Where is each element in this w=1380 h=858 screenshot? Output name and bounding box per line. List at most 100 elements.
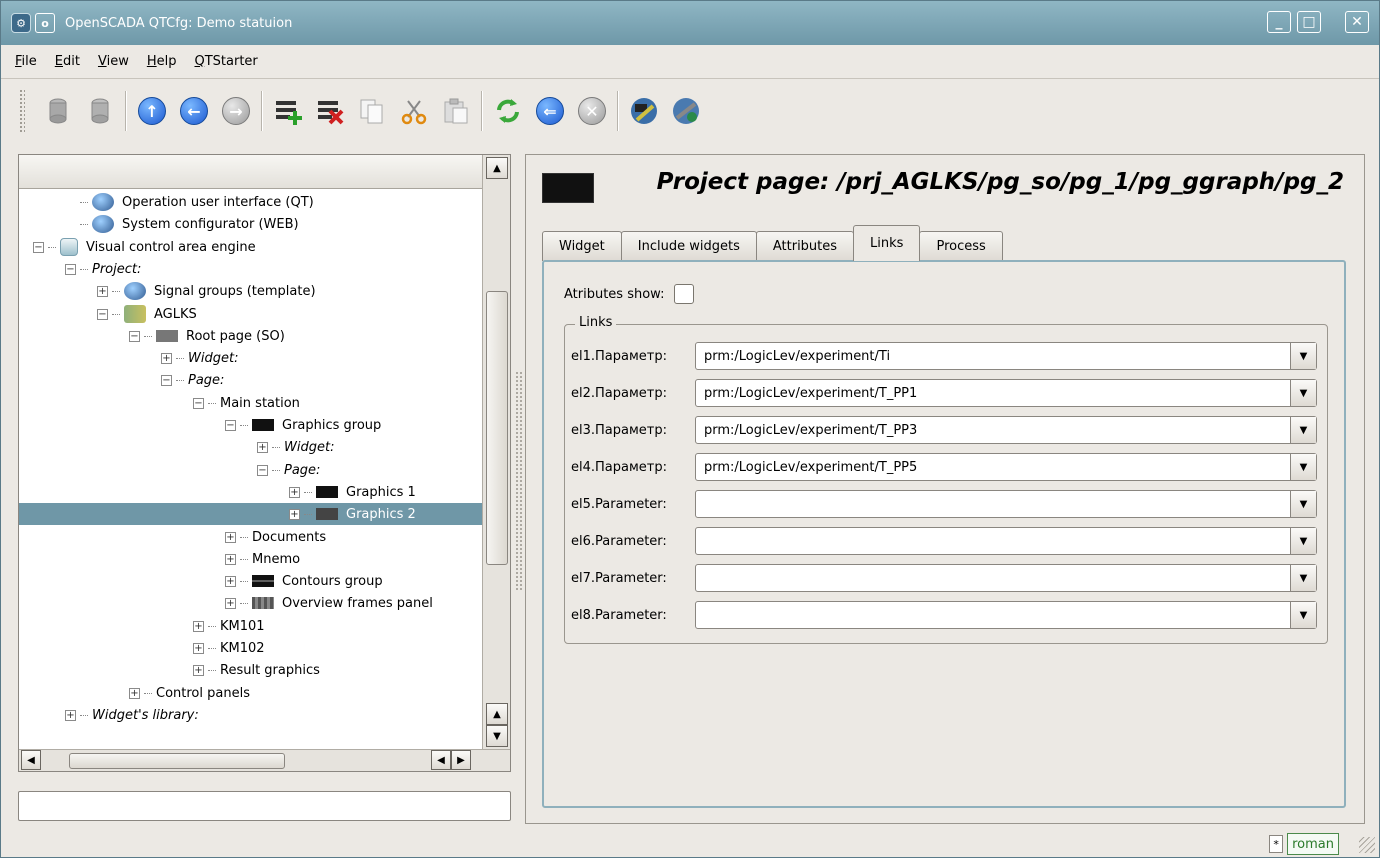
tree-item[interactable]: + KM102 xyxy=(19,637,482,659)
expand-icon[interactable]: + xyxy=(129,687,140,699)
expand-icon[interactable]: + xyxy=(193,620,204,632)
db-save-icon[interactable] xyxy=(85,96,115,126)
expand-icon[interactable]: + xyxy=(289,486,300,498)
horizontal-scroll-thumb[interactable] xyxy=(69,753,285,769)
collapse-icon[interactable]: − xyxy=(257,464,268,476)
collapse-icon[interactable]: − xyxy=(129,330,140,342)
collapse-icon[interactable]: − xyxy=(33,241,44,253)
minimize-button[interactable]: _ xyxy=(1267,11,1291,33)
link-combobox[interactable]: ▼ xyxy=(695,527,1317,555)
link-combobox[interactable]: prm:/LogicLev/experiment/T_PP5 ▼ xyxy=(695,453,1317,481)
scroll-up-button[interactable]: ▲ xyxy=(486,157,508,179)
scroll-thumb[interactable] xyxy=(486,291,508,565)
tab-process[interactable]: Process xyxy=(919,231,1003,261)
dropdown-arrow-icon[interactable]: ▼ xyxy=(1290,491,1316,517)
tree-item[interactable]: + Widget: xyxy=(19,436,482,458)
link-value[interactable]: prm:/LogicLev/experiment/T_PP1 xyxy=(696,386,917,401)
ui-web-icon[interactable] xyxy=(671,96,701,126)
collapse-icon[interactable]: − xyxy=(193,397,204,409)
panel-splitter[interactable] xyxy=(515,371,523,591)
tab-links[interactable]: Links xyxy=(853,225,921,261)
attributes-show-checkbox[interactable] xyxy=(674,284,695,304)
expand-icon[interactable]: + xyxy=(65,709,76,721)
link-combobox[interactable]: ▼ xyxy=(695,601,1317,629)
link-value[interactable]: prm:/LogicLev/experiment/T_PP5 xyxy=(696,460,917,475)
tree-item[interactable]: − Root page (SO) xyxy=(19,325,482,347)
scroll-left-button[interactable]: ◀ xyxy=(21,750,41,770)
menu-qtstarter[interactable]: QTStarter xyxy=(194,54,257,69)
menu-file[interactable]: File xyxy=(15,54,37,69)
dropdown-arrow-icon[interactable]: ▼ xyxy=(1290,528,1316,554)
ui-qt-icon[interactable] xyxy=(629,96,659,126)
db-load-icon[interactable] xyxy=(43,96,73,126)
maximize-button[interactable]: □ xyxy=(1297,11,1321,33)
tree-item[interactable]: + Widget: xyxy=(19,347,482,369)
copy-icon[interactable] xyxy=(357,96,387,126)
menu-view[interactable]: View xyxy=(98,54,129,69)
scroll-left-button[interactable]: ◀ xyxy=(431,750,451,770)
status-message-field[interactable] xyxy=(18,791,511,821)
expand-icon[interactable]: + xyxy=(225,597,236,609)
collapse-icon[interactable]: − xyxy=(65,263,76,275)
expand-icon[interactable]: + xyxy=(289,508,300,520)
tree-item[interactable]: + Documents xyxy=(19,526,482,548)
tree-vertical-scrollbar[interactable]: ▲ ▲ ▼ xyxy=(482,155,510,751)
expand-icon[interactable]: + xyxy=(225,553,236,565)
cut-icon[interactable] xyxy=(399,96,429,126)
link-value[interactable]: prm:/LogicLev/experiment/Ti xyxy=(696,349,890,364)
tree-item[interactable]: + Signal groups (template) xyxy=(19,280,482,302)
dropdown-arrow-icon[interactable]: ▼ xyxy=(1290,565,1316,591)
tree-item[interactable]: + KM101 xyxy=(19,615,482,637)
start-icon[interactable]: ⇐ xyxy=(535,96,565,126)
tree-item[interactable]: + Widget's library: xyxy=(19,704,482,726)
resize-grip[interactable] xyxy=(1359,837,1375,853)
toolbar-grip[interactable] xyxy=(19,89,25,133)
menu-help[interactable]: Help xyxy=(147,54,177,69)
navigation-tree[interactable]: Operation user interface (QT) System conf… xyxy=(18,154,511,772)
link-combobox[interactable]: prm:/LogicLev/experiment/Ti ▼ xyxy=(695,342,1317,370)
scroll-down-button[interactable]: ▼ xyxy=(486,725,508,747)
tab-widget[interactable]: Widget xyxy=(542,231,622,261)
tree-item[interactable]: + Mnemo xyxy=(19,548,482,570)
collapse-icon[interactable]: − xyxy=(97,308,108,320)
up-icon[interactable]: ↑ xyxy=(137,96,167,126)
title-bar[interactable]: ⚙ o OpenSCADA QTCfg: Demo statuion _ □ ✕ xyxy=(1,1,1379,45)
tree-item[interactable]: + Graphics 1 xyxy=(19,481,482,503)
tree-item[interactable]: − Project: xyxy=(19,258,482,280)
tree-item[interactable]: Operation user interface (QT) xyxy=(19,191,482,213)
dropdown-arrow-icon[interactable]: ▼ xyxy=(1290,343,1316,369)
scroll-right-button[interactable]: ▶ xyxy=(451,750,471,770)
tab-attributes[interactable]: Attributes xyxy=(755,231,855,261)
tree-item[interactable]: + Result graphics xyxy=(19,659,482,681)
forward-icon[interactable]: → xyxy=(221,96,251,126)
expand-icon[interactable]: + xyxy=(193,642,204,654)
expand-icon[interactable]: + xyxy=(193,664,204,676)
add-item-icon[interactable] xyxy=(273,96,303,126)
tree-item[interactable]: + Graphics 2 xyxy=(19,503,482,525)
app-icon[interactable]: ⚙ xyxy=(11,13,31,33)
tree-item[interactable]: + Control panels xyxy=(19,682,482,704)
tree-item[interactable]: System configurator (WEB) xyxy=(19,213,482,235)
tree-item[interactable]: − Page: xyxy=(19,369,482,391)
menu-edit[interactable]: Edit xyxy=(55,54,80,69)
back-icon[interactable]: ← xyxy=(179,96,209,126)
dropdown-arrow-icon[interactable]: ▼ xyxy=(1290,380,1316,406)
tree-item[interactable]: − Visual control area engine xyxy=(19,236,482,258)
tab-include-widgets[interactable]: Include widgets xyxy=(620,231,757,261)
expand-icon[interactable]: + xyxy=(225,531,236,543)
tree-item[interactable]: − Graphics group xyxy=(19,414,482,436)
delete-item-icon[interactable] xyxy=(315,96,345,126)
tree-item[interactable]: + Contours group xyxy=(19,570,482,592)
scroll-up-button[interactable]: ▲ xyxy=(486,703,508,725)
link-value[interactable]: prm:/LogicLev/experiment/T_PP3 xyxy=(696,423,917,438)
stop-icon[interactable]: ✕ xyxy=(577,96,607,126)
tree-item[interactable]: − AGLKS xyxy=(19,303,482,325)
link-combobox[interactable]: ▼ xyxy=(695,564,1317,592)
collapse-icon[interactable]: − xyxy=(225,419,236,431)
tree-item[interactable]: − Page: xyxy=(19,459,482,481)
dropdown-arrow-icon[interactable]: ▼ xyxy=(1290,602,1316,628)
dropdown-arrow-icon[interactable]: ▼ xyxy=(1290,417,1316,443)
close-button[interactable]: ✕ xyxy=(1345,11,1369,33)
tree-header[interactable] xyxy=(19,155,482,189)
expand-icon[interactable]: + xyxy=(161,352,172,364)
